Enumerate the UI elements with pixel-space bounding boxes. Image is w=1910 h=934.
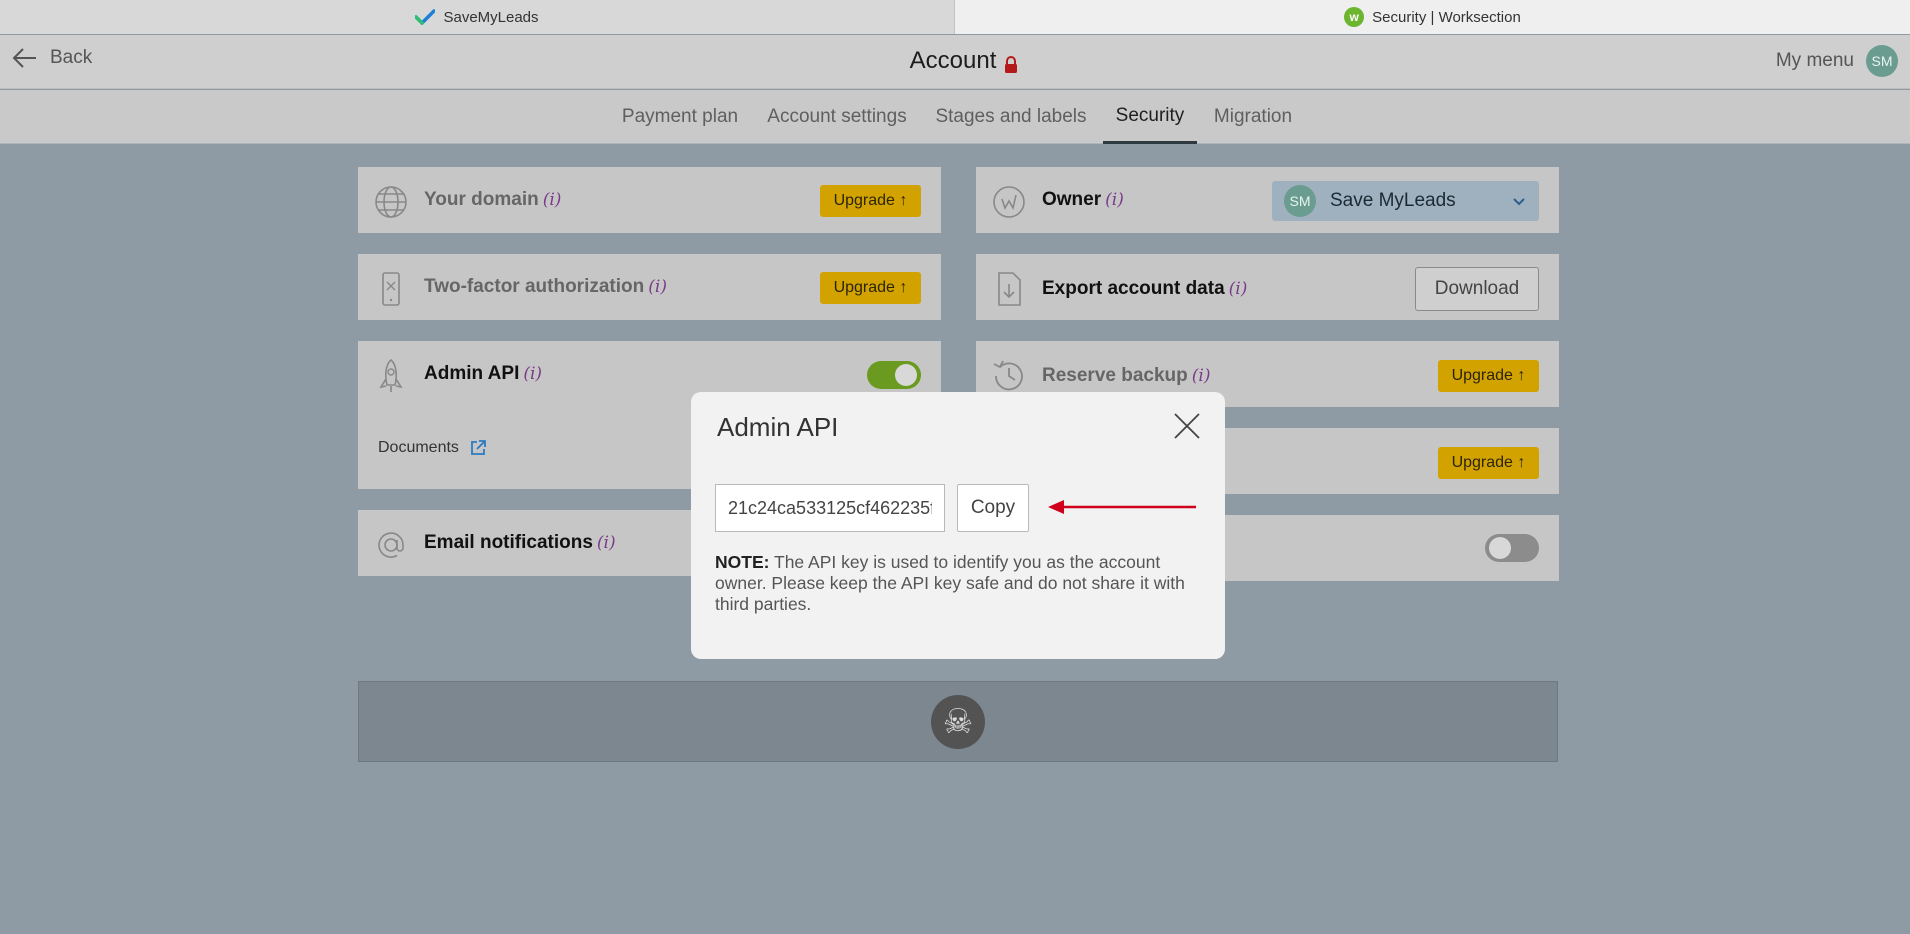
- email-notifications-label: Email notifications (i): [424, 532, 616, 553]
- checkmark-icon: [415, 7, 436, 27]
- browser-tab-strip: SaveMyLeads w Security | Worksection: [0, 0, 1910, 34]
- owner-value: Save MyLeads: [1330, 190, 1456, 211]
- annotation-arrow: [1048, 500, 1196, 514]
- browser-tab-worksection[interactable]: w Security | Worksection: [955, 0, 1910, 34]
- your-domain-card: Your domain (i) Upgrade ↑: [358, 167, 941, 233]
- tab-security[interactable]: Security: [1103, 90, 1197, 144]
- skull-icon[interactable]: ☠: [931, 694, 985, 749]
- export-data-label: Export account data (i): [1042, 278, 1248, 299]
- my-menu-button[interactable]: My menu SM: [1776, 45, 1898, 77]
- download-file-icon: [998, 272, 1021, 306]
- owner-card: Owner (i) SM Save MyLeads: [976, 167, 1559, 233]
- two-factor-card: Two-factor authorization (i) Upgrade ↑: [358, 254, 941, 320]
- documents-link[interactable]: Documents: [378, 439, 487, 457]
- settings-tabs: Payment plan Account settings Stages and…: [0, 90, 1910, 144]
- api-key-note: NOTE: The API key is used to identify yo…: [715, 552, 1185, 614]
- page-title-text: Account: [909, 47, 997, 74]
- upgrade-button[interactable]: Upgrade ↑: [1438, 447, 1539, 479]
- tab-account-settings[interactable]: Account settings: [763, 90, 911, 144]
- two-factor-label: Two-factor authorization (i): [424, 276, 667, 297]
- rocket-icon: [379, 359, 403, 392]
- browser-tab-savemyleads[interactable]: SaveMyLeads: [0, 0, 955, 34]
- my-menu-label: My menu: [1775, 50, 1854, 71]
- reserve-backup-label: Reserve backup (i): [1042, 365, 1211, 386]
- arrow-left-icon: [12, 48, 36, 68]
- tab-stages-and-labels[interactable]: Stages and labels: [934, 90, 1088, 144]
- upgrade-button[interactable]: Upgrade ↑: [820, 272, 921, 304]
- owner-select[interactable]: SM Save MyLeads: [1272, 181, 1539, 221]
- close-icon[interactable]: [1173, 412, 1201, 440]
- back-button[interactable]: Back: [12, 47, 92, 69]
- your-domain-label: Your domain (i): [424, 189, 562, 210]
- upgrade-button[interactable]: Upgrade ↑: [820, 185, 921, 217]
- export-data-card: Export account data (i) Download: [976, 254, 1559, 320]
- back-label: Back: [50, 47, 93, 68]
- upgrade-button[interactable]: Upgrade ↑: [1438, 360, 1539, 392]
- avatar: SM: [1866, 45, 1898, 77]
- chevron-down-icon: [1513, 198, 1525, 206]
- browser-tab-label: Security | Worksection: [1372, 8, 1521, 26]
- documents-label: Documents: [378, 439, 459, 456]
- owner-label: Owner (i): [1042, 189, 1124, 210]
- owner-icon: [993, 186, 1025, 218]
- app-header: Back Account My menu SM: [0, 35, 1910, 99]
- download-button[interactable]: Download: [1415, 267, 1539, 311]
- at-sign-icon: [378, 532, 404, 558]
- admin-api-modal: Admin API Copy NOTE: The API key is used…: [691, 392, 1225, 659]
- admin-api-label: Admin API (i): [424, 363, 543, 384]
- modal-title: Admin API: [717, 412, 839, 442]
- api-key-field[interactable]: [715, 484, 945, 532]
- admin-api-toggle[interactable]: [867, 361, 921, 389]
- setting-toggle[interactable]: [1485, 534, 1539, 562]
- browser-tab-label: SaveMyLeads: [443, 8, 539, 26]
- history-icon: [993, 360, 1023, 391]
- owner-avatar: SM: [1284, 185, 1316, 217]
- copy-button[interactable]: Copy: [957, 484, 1029, 532]
- phone-icon: [382, 272, 400, 306]
- tab-migration[interactable]: Migration: [1210, 90, 1296, 144]
- external-link-icon: [471, 440, 486, 455]
- globe-icon: [375, 186, 407, 218]
- worksection-logo-icon: w: [1344, 7, 1365, 27]
- tab-payment-plan[interactable]: Payment plan: [620, 90, 740, 144]
- delete-account-zone: ☠: [358, 681, 1558, 762]
